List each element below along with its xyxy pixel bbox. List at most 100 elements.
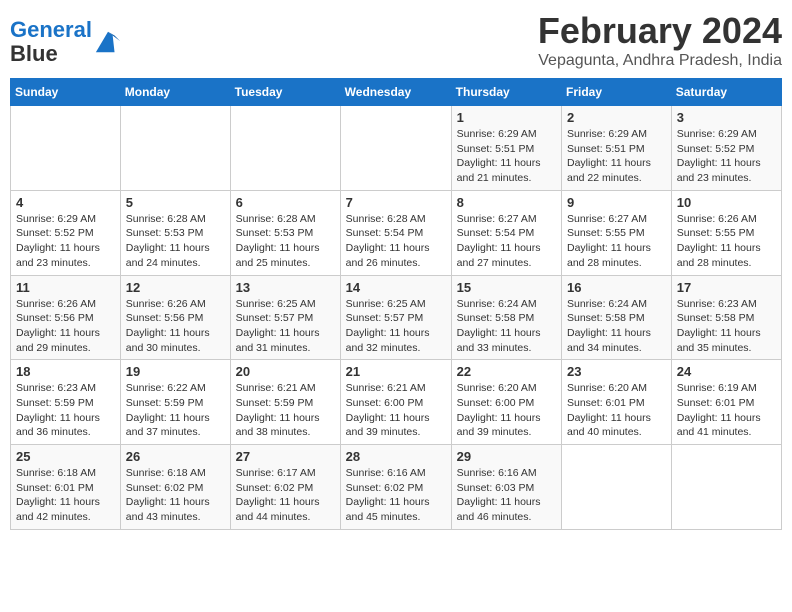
cell-content: Sunrise: 6:21 AMSunset: 6:00 PMDaylight:… — [346, 381, 446, 440]
calendar: SundayMondayTuesdayWednesdayThursdayFrid… — [10, 78, 782, 530]
calendar-cell: 12 Sunrise: 6:26 AMSunset: 5:56 PMDayligh… — [120, 275, 230, 360]
day-number: 22 — [457, 364, 556, 379]
cell-content: Sunrise: 6:28 AMSunset: 5:53 PMDaylight:… — [126, 212, 225, 271]
logo: GeneralBlue — [10, 18, 122, 66]
day-number: 1 — [457, 110, 556, 125]
logo-text: GeneralBlue — [10, 18, 92, 66]
calendar-cell: 24 Sunrise: 6:19 AMSunset: 6:01 PMDayligh… — [671, 360, 781, 445]
calendar-cell: 17 Sunrise: 6:23 AMSunset: 5:58 PMDayligh… — [671, 275, 781, 360]
cell-content: Sunrise: 6:16 AMSunset: 6:03 PMDaylight:… — [457, 466, 556, 525]
cell-content: Sunrise: 6:20 AMSunset: 6:00 PMDaylight:… — [457, 381, 556, 440]
cell-content: Sunrise: 6:16 AMSunset: 6:02 PMDaylight:… — [346, 466, 446, 525]
week-row-4: 25Sunrise: 6:18 AMSunset: 6:01 PMDayligh… — [11, 445, 782, 530]
day-number: 27 — [236, 449, 335, 464]
cell-content: Sunrise: 6:29 AMSunset: 5:51 PMDaylight:… — [567, 127, 666, 186]
location-title: Vepagunta, Andhra Pradesh, India — [538, 52, 782, 70]
calendar-cell: 11 Sunrise: 6:26 AMSunset: 5:56 PMDayligh… — [11, 275, 121, 360]
calendar-cell — [11, 106, 121, 191]
calendar-cell — [562, 445, 672, 530]
calendar-cell: 14Sunrise: 6:25 AMSunset: 5:57 PMDayligh… — [340, 275, 451, 360]
day-number: 18 — [16, 364, 115, 379]
calendar-cell — [340, 106, 451, 191]
cell-content: Sunrise: 6:29 AMSunset: 5:52 PMDaylight:… — [677, 127, 776, 186]
cell-content: Sunrise: 6:26 AMSunset: 5:56 PMDaylight:… — [16, 297, 115, 356]
day-number: 4 — [16, 195, 115, 210]
title-area: February 2024 Vepagunta, Andhra Pradesh,… — [538, 10, 782, 70]
day-number: 26 — [126, 449, 225, 464]
day-number: 3 — [677, 110, 776, 125]
dow-thursday: Thursday — [451, 79, 561, 106]
dow-monday: Monday — [120, 79, 230, 106]
cell-content: Sunrise: 6:29 AMSunset: 5:52 PMDaylight:… — [16, 212, 115, 271]
calendar-cell: 22 Sunrise: 6:20 AMSunset: 6:00 PMDayligh… — [451, 360, 561, 445]
calendar-body: 1 Sunrise: 6:29 AMSunset: 5:51 PMDaylight… — [11, 106, 782, 530]
cell-content: Sunrise: 6:28 AMSunset: 5:53 PMDaylight:… — [236, 212, 335, 271]
calendar-cell: 7 Sunrise: 6:28 AMSunset: 5:54 PMDaylight… — [340, 190, 451, 275]
cell-content: Sunrise: 6:19 AMSunset: 6:01 PMDaylight:… — [677, 381, 776, 440]
calendar-cell: 6Sunrise: 6:28 AMSunset: 5:53 PMDaylight… — [230, 190, 340, 275]
calendar-cell: 10 Sunrise: 6:26 AMSunset: 5:55 PMDayligh… — [671, 190, 781, 275]
week-row-2: 11 Sunrise: 6:26 AMSunset: 5:56 PMDayligh… — [11, 275, 782, 360]
day-number: 11 — [16, 280, 115, 295]
calendar-cell: 19 Sunrise: 6:22 AMSunset: 5:59 PMDayligh… — [120, 360, 230, 445]
calendar-cell: 2 Sunrise: 6:29 AMSunset: 5:51 PMDaylight… — [562, 106, 672, 191]
dow-wednesday: Wednesday — [340, 79, 451, 106]
calendar-cell — [671, 445, 781, 530]
day-number: 9 — [567, 195, 666, 210]
dow-sunday: Sunday — [11, 79, 121, 106]
cell-content: Sunrise: 6:18 AMSunset: 6:02 PMDaylight:… — [126, 466, 225, 525]
logo-icon — [94, 28, 122, 56]
cell-content: Sunrise: 6:27 AMSunset: 5:54 PMDaylight:… — [457, 212, 556, 271]
calendar-cell — [230, 106, 340, 191]
calendar-cell: 29 Sunrise: 6:16 AMSunset: 6:03 PMDayligh… — [451, 445, 561, 530]
day-number: 28 — [346, 449, 446, 464]
week-row-3: 18Sunrise: 6:23 AMSunset: 5:59 PMDayligh… — [11, 360, 782, 445]
calendar-cell: 18Sunrise: 6:23 AMSunset: 5:59 PMDayligh… — [11, 360, 121, 445]
cell-content: Sunrise: 6:26 AMSunset: 5:55 PMDaylight:… — [677, 212, 776, 271]
calendar-cell: 20 Sunrise: 6:21 AMSunset: 5:59 PMDayligh… — [230, 360, 340, 445]
calendar-cell: 26 Sunrise: 6:18 AMSunset: 6:02 PMDayligh… — [120, 445, 230, 530]
day-number: 13 — [236, 280, 335, 295]
day-number: 20 — [236, 364, 335, 379]
cell-content: Sunrise: 6:28 AMSunset: 5:54 PMDaylight:… — [346, 212, 446, 271]
calendar-cell: 23 Sunrise: 6:20 AMSunset: 6:01 PMDayligh… — [562, 360, 672, 445]
calendar-cell: 21Sunrise: 6:21 AMSunset: 6:00 PMDayligh… — [340, 360, 451, 445]
day-number: 14 — [346, 280, 446, 295]
day-number: 17 — [677, 280, 776, 295]
day-number: 29 — [457, 449, 556, 464]
calendar-cell: 1Sunrise: 6:29 AMSunset: 5:51 PMDaylight… — [451, 106, 561, 191]
day-number: 23 — [567, 364, 666, 379]
calendar-cell: 15Sunrise: 6:24 AMSunset: 5:58 PMDayligh… — [451, 275, 561, 360]
calendar-cell: 4 Sunrise: 6:29 AMSunset: 5:52 PMDaylight… — [11, 190, 121, 275]
calendar-cell — [120, 106, 230, 191]
day-number: 25 — [16, 449, 115, 464]
cell-content: Sunrise: 6:25 AMSunset: 5:57 PMDaylight:… — [236, 297, 335, 356]
dow-friday: Friday — [562, 79, 672, 106]
day-number: 10 — [677, 195, 776, 210]
month-title: February 2024 — [538, 10, 782, 52]
header: GeneralBlue February 2024 Vepagunta, And… — [10, 10, 782, 70]
day-number: 12 — [126, 280, 225, 295]
cell-content: Sunrise: 6:23 AMSunset: 5:58 PMDaylight:… — [677, 297, 776, 356]
day-number: 24 — [677, 364, 776, 379]
calendar-cell: 3 Sunrise: 6:29 AMSunset: 5:52 PMDaylight… — [671, 106, 781, 191]
week-row-0: 1 Sunrise: 6:29 AMSunset: 5:51 PMDaylight… — [11, 106, 782, 191]
day-number: 15 — [457, 280, 556, 295]
calendar-cell: 28 Sunrise: 6:16 AMSunset: 6:02 PMDayligh… — [340, 445, 451, 530]
day-number: 5 — [126, 195, 225, 210]
cell-content: Sunrise: 6:27 AMSunset: 5:55 PMDaylight:… — [567, 212, 666, 271]
cell-content: Sunrise: 6:22 AMSunset: 5:59 PMDaylight:… — [126, 381, 225, 440]
calendar-cell: 16Sunrise: 6:24 AMSunset: 5:58 PMDayligh… — [562, 275, 672, 360]
day-number: 19 — [126, 364, 225, 379]
day-number: 7 — [346, 195, 446, 210]
calendar-cell: 13 Sunrise: 6:25 AMSunset: 5:57 PMDayligh… — [230, 275, 340, 360]
cell-content: Sunrise: 6:26 AMSunset: 5:56 PMDaylight:… — [126, 297, 225, 356]
calendar-cell: 27Sunrise: 6:17 AMSunset: 6:02 PMDayligh… — [230, 445, 340, 530]
cell-content: Sunrise: 6:20 AMSunset: 6:01 PMDaylight:… — [567, 381, 666, 440]
day-number: 8 — [457, 195, 556, 210]
day-number: 2 — [567, 110, 666, 125]
week-row-1: 4 Sunrise: 6:29 AMSunset: 5:52 PMDaylight… — [11, 190, 782, 275]
calendar-cell: 25Sunrise: 6:18 AMSunset: 6:01 PMDayligh… — [11, 445, 121, 530]
cell-content: Sunrise: 6:21 AMSunset: 5:59 PMDaylight:… — [236, 381, 335, 440]
dow-tuesday: Tuesday — [230, 79, 340, 106]
